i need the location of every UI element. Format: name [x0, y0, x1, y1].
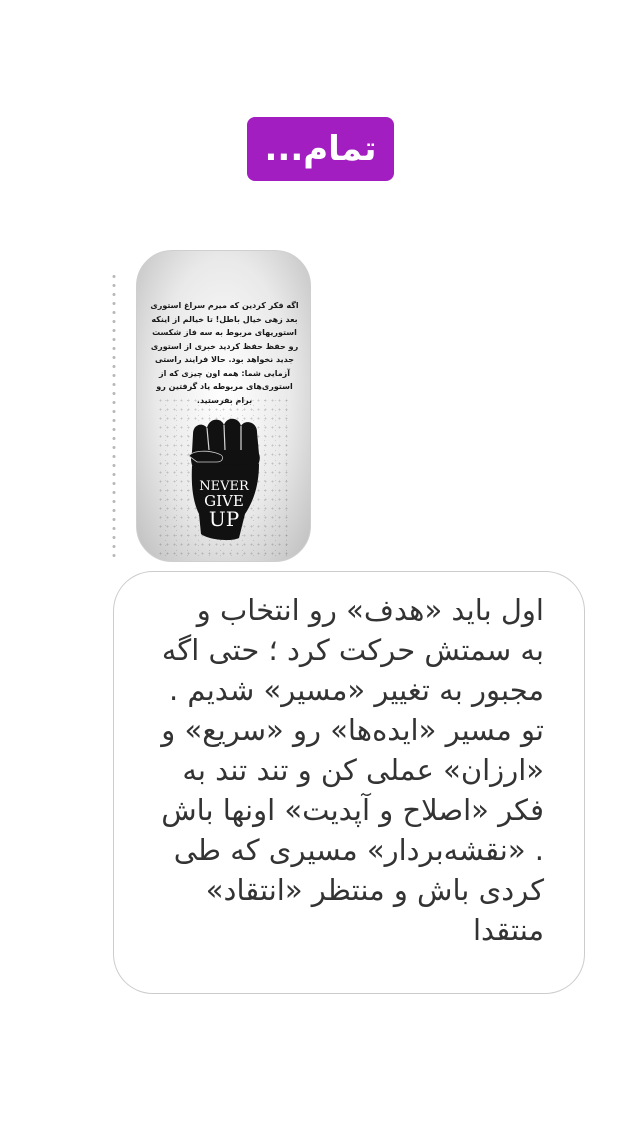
- poster-line-up: UP: [209, 507, 239, 531]
- caption-bubble: اول باید «هدف» رو انتخاب و به سمتش حرکت …: [113, 571, 585, 994]
- dotted-divider: [111, 272, 117, 562]
- story-thumbnail[interactable]: اگه فکر کردین که میرم سراغ استوری بعد زه…: [136, 250, 311, 562]
- thumbnail-text: اگه فکر کردین که میرم سراغ استوری بعد زه…: [150, 301, 299, 405]
- caption-text: اول باید «هدف» رو انتخاب و به سمتش حرکت …: [161, 593, 544, 947]
- raised-fist-icon: NEVER GIVE UP: [188, 418, 260, 541]
- title-badge: تمام...: [247, 117, 394, 181]
